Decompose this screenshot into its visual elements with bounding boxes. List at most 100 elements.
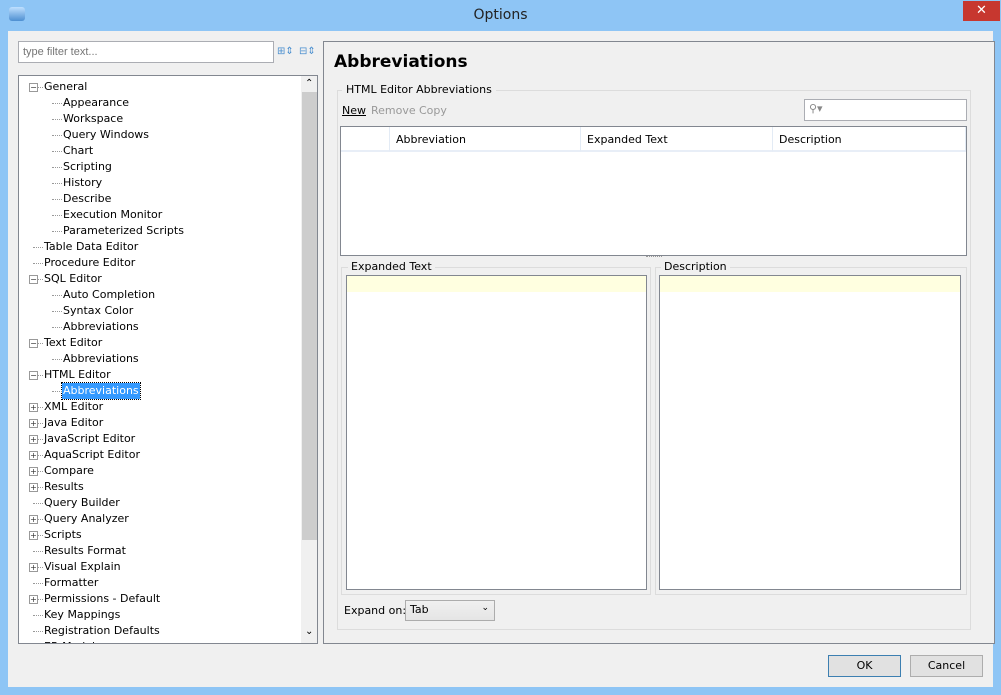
- options-tree: General − Appearance Workspace Query Windows…: [18, 75, 318, 644]
- column-header-description[interactable]: Description: [773, 127, 966, 152]
- tree-item[interactable]: Workspace: [62, 111, 124, 127]
- tree-connector: [33, 615, 43, 616]
- tree-item[interactable]: Results Format: [43, 543, 127, 559]
- cancel-button[interactable]: Cancel: [910, 655, 983, 677]
- tree-item[interactable]: Registration Defaults: [43, 623, 161, 639]
- scroll-thumb[interactable]: [302, 92, 317, 540]
- tree-item[interactable]: Text Editor: [43, 335, 103, 351]
- tree-item[interactable]: Table Data Editor: [43, 239, 139, 255]
- search-icon: ⚲▾: [809, 102, 823, 115]
- tree-connector: [52, 295, 62, 296]
- description-text-area[interactable]: [659, 275, 961, 590]
- search-input[interactable]: ⚲▾: [804, 99, 967, 121]
- column-header-expanded-text[interactable]: Expanded Text: [581, 127, 773, 152]
- tree-item[interactable]: SQL Editor: [43, 271, 103, 287]
- expand-icon[interactable]: +: [29, 451, 38, 460]
- expanded-text-area[interactable]: [346, 275, 647, 590]
- tree-item[interactable]: HTML Editor: [43, 367, 112, 383]
- tree-item[interactable]: Scripting: [62, 159, 113, 175]
- tree-item[interactable]: Key Mappings: [43, 607, 121, 623]
- tree-connector: [33, 263, 43, 264]
- tree-connector: [33, 247, 43, 248]
- chevron-down-icon: ⌄: [481, 603, 489, 613]
- expand-on-label: Expand on:: [344, 604, 407, 617]
- column-header-abbreviation[interactable]: Abbreviation: [390, 127, 581, 152]
- page-title: Abbreviations: [334, 52, 468, 72]
- tree-connector: [52, 311, 62, 312]
- tree-connector: [52, 199, 62, 200]
- collapse-icon[interactable]: −: [29, 371, 38, 380]
- tree-item[interactable]: AquaScript Editor: [43, 447, 141, 463]
- window-title: Options: [473, 7, 528, 23]
- tree-item[interactable]: ER Modeler: [43, 639, 107, 643]
- tree-item[interactable]: Execution Monitor: [62, 207, 163, 223]
- expand-icon[interactable]: +: [29, 595, 38, 604]
- ok-button[interactable]: OK: [828, 655, 901, 677]
- tree-connector: [52, 391, 62, 392]
- new-button[interactable]: New: [342, 104, 366, 117]
- tree-item[interactable]: Compare: [43, 463, 95, 479]
- copy-button[interactable]: Copy: [419, 104, 447, 117]
- tree-item[interactable]: Formatter: [43, 575, 99, 591]
- expand-icon[interactable]: +: [29, 403, 38, 412]
- expand-icon[interactable]: +: [29, 467, 38, 476]
- tree-connector: [52, 167, 62, 168]
- remove-button[interactable]: Remove: [371, 104, 416, 117]
- expand-icon[interactable]: +: [29, 563, 38, 572]
- collapse-icon[interactable]: −: [29, 275, 38, 284]
- tree-connector: [52, 183, 62, 184]
- expand-icon[interactable]: +: [29, 531, 38, 540]
- expand-icon[interactable]: +: [29, 435, 38, 444]
- tree-item[interactable]: Syntax Color: [62, 303, 134, 319]
- expand-on-select[interactable]: Tab ⌄: [405, 600, 495, 621]
- expand-all-icon[interactable]: ⊞⇕: [277, 45, 294, 59]
- scroll-up-icon[interactable]: ⌃: [305, 78, 313, 89]
- tree-connector: [33, 583, 43, 584]
- filter-input[interactable]: [18, 41, 274, 63]
- tree-connector: [52, 327, 62, 328]
- splitter-handle[interactable]: [646, 256, 662, 259]
- tree-connector: [52, 215, 62, 216]
- tree-item[interactable]: Results: [43, 479, 85, 495]
- tree-item[interactable]: Visual Explain: [43, 559, 122, 575]
- abbreviations-table[interactable]: Abbreviation Expanded Text Description: [340, 126, 967, 256]
- tree-connector: [52, 103, 62, 104]
- tree-item[interactable]: Scripts: [43, 527, 83, 543]
- tree-item[interactable]: Appearance: [62, 95, 130, 111]
- tree-item[interactable]: History: [62, 175, 103, 191]
- settings-panel: Abbreviations HTML Editor Abbreviations …: [323, 41, 995, 644]
- expand-icon[interactable]: +: [29, 483, 38, 492]
- expand-icon[interactable]: +: [29, 515, 38, 524]
- tree-connector: [52, 151, 62, 152]
- tree-connector: [52, 359, 62, 360]
- tree-item[interactable]: Abbreviations: [62, 319, 140, 335]
- expanded-text-label: Expanded Text: [348, 260, 435, 273]
- tree-item[interactable]: Query Analyzer: [43, 511, 130, 527]
- tree-connector: [33, 551, 43, 552]
- tree-item[interactable]: Java Editor: [43, 415, 104, 431]
- collapse-all-icon[interactable]: ⊟⇕: [299, 45, 316, 59]
- tree-item[interactable]: Chart: [62, 143, 94, 159]
- tree-connector: [52, 119, 62, 120]
- tree-item[interactable]: Parameterized Scripts: [62, 223, 185, 239]
- group-label: HTML Editor Abbreviations: [342, 83, 496, 96]
- row-header-column: [341, 127, 390, 152]
- tree-item[interactable]: XML Editor: [43, 399, 104, 415]
- tree-connector: [52, 135, 62, 136]
- tree-item[interactable]: Abbreviations: [61, 382, 141, 400]
- description-label: Description: [661, 260, 730, 273]
- tree-item[interactable]: General: [43, 79, 88, 95]
- tree-item[interactable]: JavaScript Editor: [43, 431, 136, 447]
- tree-item[interactable]: Auto Completion: [62, 287, 156, 303]
- tree-item[interactable]: Query Windows: [62, 127, 150, 143]
- expand-icon[interactable]: +: [29, 419, 38, 428]
- tree-item[interactable]: Permissions - Default: [43, 591, 161, 607]
- collapse-icon[interactable]: −: [29, 83, 38, 92]
- collapse-icon[interactable]: −: [29, 339, 38, 348]
- tree-item[interactable]: Describe: [62, 191, 112, 207]
- tree-item[interactable]: Query Builder: [43, 495, 121, 511]
- tree-item[interactable]: Procedure Editor: [43, 255, 136, 271]
- close-button[interactable]: ✕: [963, 1, 1000, 21]
- tree-item[interactable]: Abbreviations: [62, 351, 140, 367]
- scroll-down-icon[interactable]: ⌄: [305, 626, 313, 637]
